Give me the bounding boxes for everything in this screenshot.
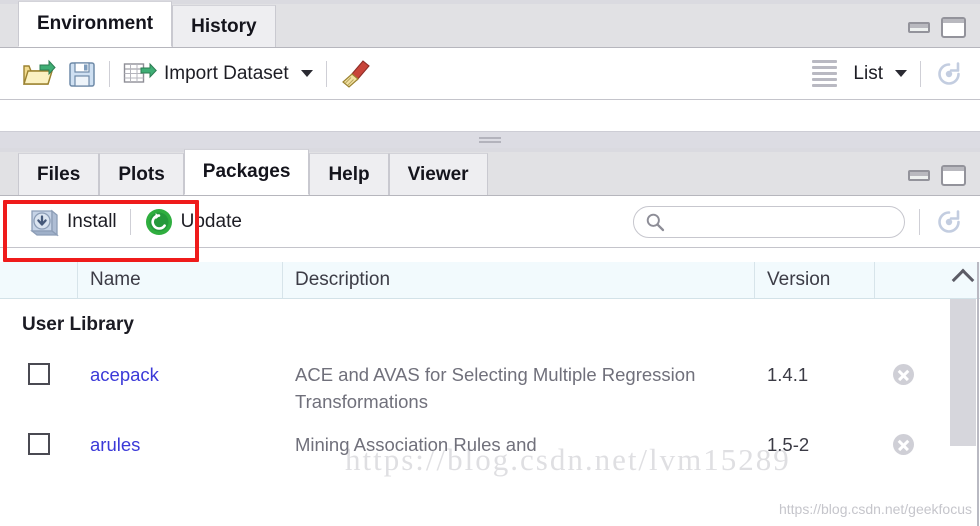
view-mode-button[interactable]: List — [812, 60, 907, 87]
toolbar-separator-3 — [920, 60, 921, 87]
tab-history[interactable]: History — [172, 5, 276, 47]
refresh-packages-button[interactable] — [934, 207, 964, 237]
environment-pane: Environment History Import Dataset List — [0, 0, 980, 100]
table-row[interactable]: acepack ACE and AVAS for Selecting Multi… — [0, 351, 980, 415]
column-header-checkbox[interactable] — [0, 262, 78, 298]
view-mode-label: List — [853, 62, 883, 84]
table-vertical-scrollbar[interactable] — [950, 262, 976, 526]
import-dataset-label: Import Dataset — [164, 62, 289, 84]
packages-toolbar-separator — [129, 208, 131, 235]
table-row[interactable]: arules Mining Association Rules and 1.5-… — [0, 415, 980, 458]
package-name[interactable]: acepack — [78, 361, 283, 388]
packages-table-header: Name Description Version — [0, 262, 980, 299]
clear-objects-broom-icon — [341, 59, 370, 88]
column-header-version[interactable]: Version — [755, 262, 875, 298]
chevron-down-icon — [300, 70, 313, 77]
update-package-icon — [145, 208, 172, 235]
splitter-grip-icon — [479, 135, 501, 145]
scrollbar-track-edge — [977, 262, 979, 526]
scrollbar-thumb[interactable] — [950, 299, 976, 446]
save-disk-icon — [69, 61, 95, 87]
tab-help[interactable]: Help — [309, 153, 389, 195]
package-name[interactable]: arules — [78, 431, 283, 458]
row-checkbox-cell — [0, 431, 78, 455]
package-description: Mining Association Rules and — [295, 434, 537, 455]
packages-toolbar-separator-2 — [919, 208, 920, 235]
library-group-header: User Library — [0, 299, 980, 351]
maximize-pane-icon[interactable] — [941, 165, 966, 186]
save-workspace-button[interactable] — [68, 60, 96, 88]
package-description: ACE and AVAS for Selecting Multiple Regr… — [295, 364, 696, 412]
update-button[interactable]: Update — [144, 207, 242, 237]
rstudio-panes: Environment History Import Dataset List … — [0, 0, 980, 526]
packages-toolbar: Install Update — [0, 196, 980, 248]
tab-help-label: Help — [328, 164, 370, 185]
packages-window-controls — [908, 165, 966, 186]
search-icon — [646, 213, 665, 231]
chevron-down-icon — [895, 70, 907, 77]
remove-package-icon[interactable] — [893, 434, 914, 455]
search-box[interactable] — [633, 205, 905, 238]
environment-window-controls — [908, 17, 966, 38]
tab-plots[interactable]: Plots — [99, 153, 184, 195]
search-input[interactable] — [671, 211, 890, 232]
install-button[interactable]: Install — [26, 207, 117, 237]
environment-tabbar: Environment History — [0, 0, 980, 48]
package-version: 1.5-2 — [767, 434, 810, 455]
tab-viewer-label: Viewer — [407, 164, 469, 185]
tab-history-label: History — [191, 16, 257, 37]
list-view-icon — [812, 60, 838, 87]
toolbar-separator-2 — [325, 60, 327, 87]
tab-files-label: Files — [37, 164, 81, 185]
toolbar-separator-1 — [109, 60, 110, 87]
clear-objects-button[interactable] — [340, 59, 372, 89]
refresh-icon — [938, 61, 960, 85]
maximize-pane-icon[interactable] — [941, 17, 966, 38]
remove-package-icon[interactable] — [893, 364, 914, 385]
pane-splitter[interactable] — [0, 131, 980, 149]
tab-environment-label: Environment — [37, 13, 154, 34]
open-folder-icon — [23, 59, 56, 85]
column-header-description[interactable]: Description — [283, 262, 755, 298]
package-checkbox[interactable] — [28, 363, 50, 385]
tab-environment[interactable]: Environment — [18, 1, 173, 47]
packages-toolbar-right — [633, 196, 964, 247]
tab-packages-label: Packages — [202, 161, 291, 182]
refresh-icon — [938, 209, 960, 233]
row-checkbox-cell — [0, 361, 78, 385]
scroll-up-chevron-icon[interactable] — [951, 268, 975, 292]
packages-tabbar: Files Plots Packages Help Viewer — [0, 148, 980, 196]
minimize-pane-icon[interactable] — [908, 22, 930, 33]
packages-table: Name Description Version User Library ac… — [0, 262, 980, 526]
install-package-icon — [30, 209, 59, 236]
import-dataset-icon — [123, 62, 157, 83]
load-workspace-button[interactable] — [22, 59, 56, 89]
environment-toolbar-right: List — [812, 48, 964, 99]
column-header-name[interactable]: Name — [78, 262, 283, 298]
tab-files[interactable]: Files — [18, 153, 100, 195]
tab-viewer[interactable]: Viewer — [388, 153, 488, 195]
refresh-environment-button[interactable] — [934, 59, 964, 89]
tab-plots-label: Plots — [118, 164, 165, 185]
packages-pane: Files Plots Packages Help Viewer Install… — [0, 148, 980, 248]
tab-packages[interactable]: Packages — [183, 149, 310, 195]
minimize-pane-icon[interactable] — [908, 170, 930, 181]
package-version: 1.4.1 — [767, 364, 809, 385]
package-checkbox[interactable] — [28, 433, 50, 455]
install-label: Install — [67, 210, 117, 232]
environment-toolbar: Import Dataset List — [0, 48, 980, 100]
update-label: Update — [180, 210, 242, 232]
library-group-title: User Library — [22, 314, 134, 335]
import-dataset-button[interactable]: Import Dataset — [123, 61, 313, 87]
